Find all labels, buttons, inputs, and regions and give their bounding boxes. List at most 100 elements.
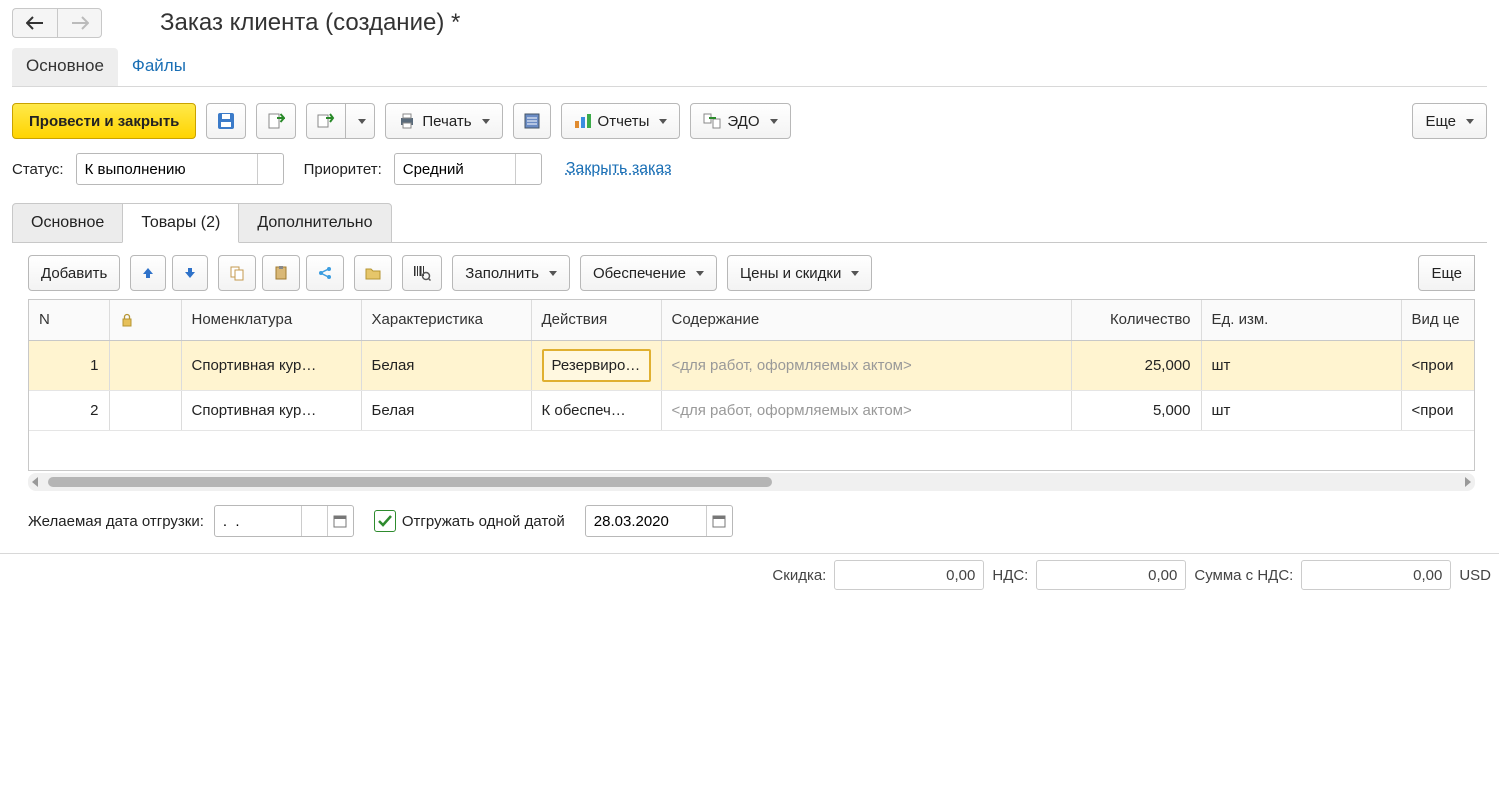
cell-qty[interactable]: 25,000 (1071, 340, 1201, 390)
table-more-button[interactable]: Еще (1418, 255, 1475, 291)
move-down-button[interactable] (172, 255, 208, 291)
table-empty-area (29, 430, 1475, 470)
table-row[interactable]: 2 Спортивная кур… Белая К обеспеч… <для … (29, 390, 1475, 430)
more-label: Еще (1425, 113, 1456, 130)
section-links: Основное Файлы (0, 44, 1499, 86)
title-bar: Заказ клиента (создание) * (0, 0, 1499, 44)
create-based-on-dropdown[interactable] (346, 103, 375, 139)
ship-single-label: Отгружать одной датой (402, 513, 565, 530)
print-label: Печать (422, 113, 471, 130)
cell-price-type[interactable]: <прои (1401, 390, 1475, 430)
document-tabs: Основное Товары (2) Дополнительно (0, 189, 1499, 243)
cell-lock (109, 340, 181, 390)
cell-actions[interactable]: К обеспеч… (531, 390, 661, 430)
priority-select[interactable] (394, 153, 542, 185)
horizontal-scrollbar[interactable] (28, 473, 1475, 491)
tab-goods[interactable]: Товары (2) (122, 203, 239, 243)
edo-button[interactable]: ЭДО (690, 103, 790, 139)
section-tab-main[interactable]: Основное (12, 48, 118, 86)
create-based-on-button[interactable] (306, 103, 346, 139)
ship-single-checkbox[interactable]: Отгружать одной датой (374, 510, 565, 532)
col-nomenclature[interactable]: Номенклатура (181, 300, 361, 340)
ship-date-calendar-button[interactable] (706, 506, 732, 536)
tab-main[interactable]: Основное (12, 203, 123, 243)
nav-forward-button[interactable] (57, 8, 102, 38)
ship-date-input[interactable] (585, 505, 733, 537)
cell-actions-value: Резервиро… (542, 349, 651, 382)
col-quantity[interactable]: Количество (1071, 300, 1201, 340)
print-button[interactable]: Печать (385, 103, 502, 139)
barcode-button[interactable] (402, 255, 442, 291)
cell-unit[interactable]: шт (1201, 340, 1401, 390)
status-select[interactable] (76, 153, 284, 185)
cell-n: 2 (29, 390, 109, 430)
table-header-row: N Номенклатура Характеристика Действия С… (29, 300, 1475, 340)
col-n[interactable]: N (29, 300, 109, 340)
table-row[interactable]: 1 Спортивная кур… Белая Резервиро… <для … (29, 340, 1475, 390)
reports-button[interactable]: Отчеты (561, 103, 681, 139)
prices-button[interactable]: Цены и скидки (727, 255, 872, 291)
fill-button[interactable]: Заполнить (452, 255, 570, 291)
status-label: Статус: (12, 161, 64, 178)
scroll-right-icon (1465, 477, 1471, 487)
arrow-right-icon (71, 16, 89, 30)
desired-date-dropdown[interactable] (301, 506, 327, 536)
col-characteristic[interactable]: Характеристика (361, 300, 531, 340)
calendar-icon (333, 514, 347, 528)
cell-actions[interactable]: Резервиро… (531, 340, 661, 390)
copy-button[interactable] (218, 255, 256, 291)
status-dropdown-button[interactable] (257, 154, 283, 184)
tab-extra[interactable]: Дополнительно (238, 203, 391, 243)
status-value[interactable] (77, 154, 257, 184)
paste-icon (273, 265, 289, 281)
col-price-type[interactable]: Вид це (1401, 300, 1475, 340)
post-and-close-button[interactable]: Провести и закрыть (12, 103, 196, 139)
priority-dropdown-button[interactable] (515, 154, 541, 184)
nav-back-button[interactable] (12, 8, 57, 38)
prices-label: Цены и скидки (740, 265, 841, 282)
vat-label: НДС: (992, 567, 1028, 584)
cell-content[interactable]: <для работ, оформляемых актом> (661, 340, 1071, 390)
barcode-icon (413, 265, 431, 281)
move-up-button[interactable] (130, 255, 166, 291)
provision-button[interactable]: Обеспечение (580, 255, 717, 291)
more-button[interactable]: Еще (1412, 103, 1487, 139)
col-lock[interactable] (109, 300, 181, 340)
vat-value[interactable]: 0,00 (1036, 560, 1186, 590)
list-button[interactable] (513, 103, 551, 139)
page-title: Заказ клиента (создание) * (160, 9, 460, 37)
section-tab-files[interactable]: Файлы (118, 48, 200, 86)
table-toolbar: Добавить (0, 243, 1499, 299)
cell-nomen[interactable]: Спортивная кур… (181, 390, 361, 430)
close-order-link[interactable]: Закрыть заказ (566, 160, 672, 178)
cell-content[interactable]: <для работ, оформляемых актом> (661, 390, 1071, 430)
cell-nomen[interactable]: Спортивная кур… (181, 340, 361, 390)
col-unit[interactable]: Ед. изм. (1201, 300, 1401, 340)
print-icon (398, 112, 416, 130)
scrollbar-thumb[interactable] (48, 477, 772, 487)
sum-vat-value[interactable]: 0,00 (1301, 560, 1451, 590)
desired-date-calendar-button[interactable] (327, 506, 353, 536)
list-icon (524, 113, 540, 129)
save-button[interactable] (206, 103, 246, 139)
add-row-button[interactable]: Добавить (28, 255, 120, 291)
arrow-up-icon (141, 266, 155, 280)
desired-date-input[interactable] (214, 505, 354, 537)
cell-unit[interactable]: шт (1201, 390, 1401, 430)
currency-label: USD (1459, 567, 1491, 584)
cell-qty[interactable]: 5,000 (1071, 390, 1201, 430)
discount-value[interactable]: 0,00 (834, 560, 984, 590)
folder-button[interactable] (354, 255, 392, 291)
post-button[interactable] (256, 103, 296, 139)
paste-button[interactable] (262, 255, 300, 291)
ship-date-field[interactable] (586, 513, 706, 530)
col-content[interactable]: Содержание (661, 300, 1071, 340)
cell-char[interactable]: Белая (361, 340, 531, 390)
col-actions[interactable]: Действия (531, 300, 661, 340)
cell-price-type[interactable]: <прои (1401, 340, 1475, 390)
cell-char[interactable]: Белая (361, 390, 531, 430)
priority-value[interactable] (395, 154, 515, 184)
desired-date-field[interactable] (215, 513, 301, 530)
calendar-icon (712, 514, 726, 528)
share-button[interactable] (306, 255, 344, 291)
